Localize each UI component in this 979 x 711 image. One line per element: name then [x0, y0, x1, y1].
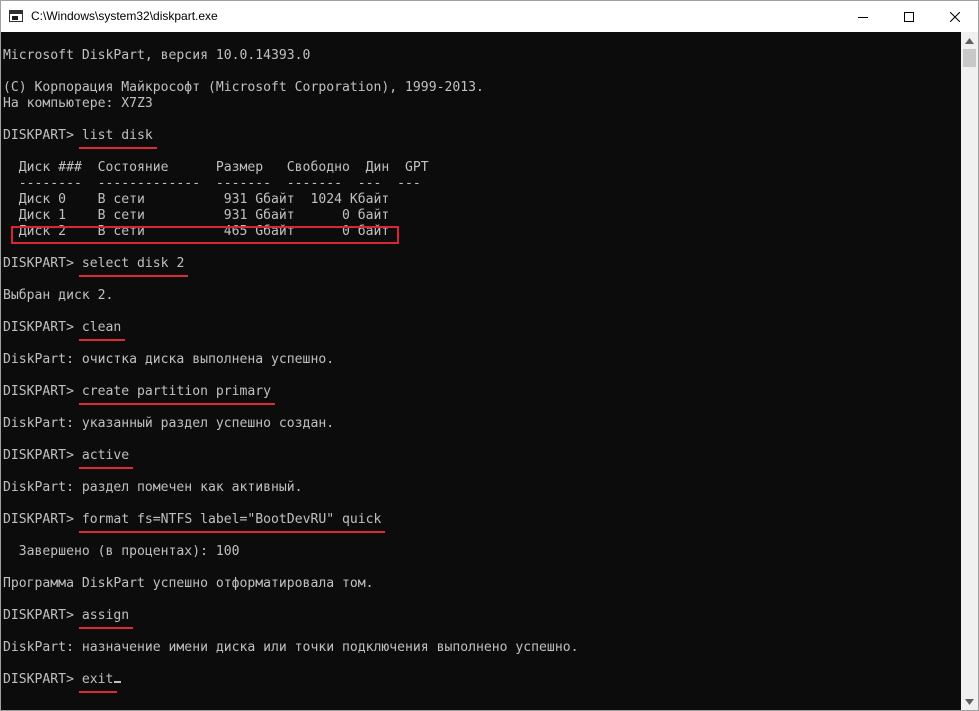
command-line-select-disk: DISKPART> select disk 2 [3, 256, 189, 277]
command-line-exit: DISKPART> exit [3, 672, 122, 693]
command-line-create-partition: DISKPART> create partition primary [3, 384, 276, 405]
command-line-format: DISKPART> format fs=NTFS label="BootDevR… [3, 512, 385, 533]
chevron-down-icon [965, 698, 974, 705]
command-line-list-disk: DISKPART> list disk [3, 128, 157, 149]
command-format: format fs=NTFS label="BootDevRU" quick [78, 512, 385, 533]
output-clean: DiskPart: очистка диска выполнена успешн… [3, 352, 335, 367]
title-bar[interactable]: C:\Windows\system32\diskpart.exe [1, 1, 978, 32]
disk-2-highlight-box [11, 226, 399, 244]
command-exit: exit [78, 672, 117, 693]
output-partition-created: DiskPart: указанный раздел успешно созда… [3, 416, 335, 431]
vertical-scrollbar[interactable] [961, 32, 978, 710]
disk-table-row: Диск 0 В сети 931 Gбайт 1024 Kбайт [3, 192, 390, 207]
command-line-clean: DISKPART> clean [3, 320, 126, 341]
output-format-done: Программа DiskPart успешно отформатирова… [3, 576, 374, 591]
disk-table-row: Диск 1 В сети 931 Gбайт 0 байт [3, 208, 390, 223]
console-window: C:\Windows\system32\diskpart.exe Microso… [0, 0, 979, 711]
disk-table-header: Диск ### Состояние Размер Свободно Дин G… [3, 160, 429, 175]
prompt: DISKPART> [3, 384, 82, 399]
command-clean: clean [78, 320, 126, 341]
command-active: active [78, 448, 134, 469]
command-line-active: DISKPART> active [3, 448, 134, 469]
maximize-icon [904, 11, 914, 22]
output-progress: Завершено (в процентах): 100 [3, 544, 240, 559]
console-output-area[interactable]: Microsoft DiskPart, версия 10.0.14393.0 … [1, 32, 961, 710]
prompt: DISKPART> [3, 128, 82, 143]
command-select-disk: select disk 2 [78, 256, 189, 277]
output-selected: Выбран диск 2. [3, 288, 114, 303]
window-title: C:\Windows\system32\diskpart.exe [31, 9, 218, 23]
minimize-icon [858, 16, 868, 18]
disk-table-separator: -------- ------------- ------- ------- -… [3, 176, 421, 191]
prompt: DISKPART> [3, 608, 82, 623]
output-assign: DiskPart: назначение имени диска или точ… [3, 640, 579, 655]
prompt: DISKPART> [3, 672, 82, 687]
scrollbar-thumb[interactable] [963, 49, 976, 67]
copyright-line: (C) Корпорация Майкрософт (Microsoft Cor… [3, 80, 484, 95]
console-app-icon [9, 10, 23, 22]
chevron-up-icon [965, 37, 974, 44]
command-list-disk: list disk [78, 128, 157, 149]
prompt: DISKPART> [3, 448, 82, 463]
command-assign: assign [78, 608, 134, 629]
close-icon [950, 11, 960, 22]
output-marked-active: DiskPart: раздел помечен как активный. [3, 480, 303, 495]
close-button[interactable] [932, 1, 978, 32]
prompt: DISKPART> [3, 512, 82, 527]
command-create-partition: create partition primary [78, 384, 276, 405]
maximize-button[interactable] [886, 1, 932, 32]
prompt: DISKPART> [3, 320, 82, 335]
minimize-button[interactable] [840, 1, 886, 32]
scroll-down-button[interactable] [961, 693, 978, 710]
command-line-assign: DISKPART> assign [3, 608, 134, 629]
computer-line: На компьютере: X7Z3 [3, 96, 153, 111]
text-cursor [114, 681, 122, 683]
prompt: DISKPART> [3, 256, 82, 271]
scroll-up-button[interactable] [961, 32, 978, 49]
version-line: Microsoft DiskPart, версия 10.0.14393.0 [3, 48, 311, 63]
